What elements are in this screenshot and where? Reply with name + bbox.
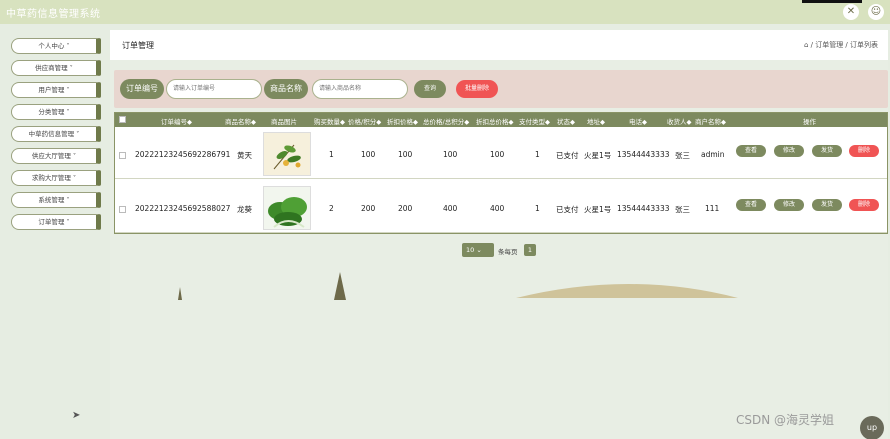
sidebar-item-system[interactable]: 系统管理 ˅ — [11, 192, 101, 208]
delete-button[interactable]: 删除 — [849, 199, 879, 211]
product-name-label: 商品名称 — [264, 79, 308, 99]
mouse-cursor-icon: ➤ — [72, 410, 81, 421]
col-quantity[interactable]: 购买数量◆ — [314, 116, 345, 126]
col-address[interactable]: 地址◆ — [587, 116, 605, 126]
order-no-input[interactable] — [166, 79, 262, 99]
app-title: 中草药信息管理系统 — [6, 9, 101, 20]
sidebar-item-profile[interactable]: 个人中心 ˅ — [11, 38, 101, 54]
col-order-no[interactable]: 订单编号◆ — [161, 116, 192, 126]
col-merchant[interactable]: 商户名称◆ — [695, 116, 726, 126]
view-button[interactable]: 查看 — [736, 199, 766, 211]
sidebar-item-orders[interactable]: 订单管理 ˅ — [11, 214, 101, 230]
col-pay-type[interactable]: 支付类型◆ — [519, 116, 550, 126]
sidebar: 个人中心 ˅ 供应商管理 ˅ 用户管理 ˅ 分类管理 ˅ 中草药信息管理 ˅ 供… — [4, 30, 108, 439]
col-receiver[interactable]: 收货人◆ — [667, 116, 692, 126]
cell-merchant: 111 — [705, 204, 720, 213]
top-bar: 中草药信息管理系统 ✕ ☺ — [0, 0, 890, 24]
csdn-watermark: CSDN @海灵学姐 — [736, 413, 835, 427]
col-product-name[interactable]: 商品名称◆ — [225, 116, 256, 126]
row-checkbox[interactable] — [119, 152, 126, 159]
page-header: 订单管理 ⌂ / 订单管理 / 订单列表 — [110, 30, 888, 60]
table-row: 20222123245692286791 黄天 1 100 100 100 10… — [115, 129, 887, 179]
cell-order-no: 20222123245692286791 — [135, 150, 231, 159]
delete-button[interactable]: 删除 — [849, 145, 879, 157]
cell-discount-price: 200 — [398, 204, 413, 213]
edit-button[interactable]: 修改 — [774, 145, 804, 157]
ship-button[interactable]: 发货 — [812, 145, 842, 157]
sidebar-item-purchase-hall[interactable]: 求购大厅管理 ˅ — [11, 170, 101, 186]
sidebar-item-herbs[interactable]: 中草药信息管理 ˅ — [11, 126, 101, 142]
cell-discount-price: 100 — [398, 150, 413, 159]
top-divider — [802, 0, 862, 3]
cell-total-price: 400 — [443, 204, 458, 213]
cell-status: 已支付 — [556, 205, 579, 214]
expand-icon[interactable]: ✕ — [843, 4, 859, 20]
orders-table: 订单编号◆ 商品名称◆ 商品图片 购买数量◆ 价格/积分◆ 折扣价格◆ 总价格/… — [114, 112, 888, 234]
product-image — [263, 132, 311, 176]
table-header: 订单编号◆ 商品名称◆ 商品图片 购买数量◆ 价格/积分◆ 折扣价格◆ 总价格/… — [115, 113, 887, 127]
sidebar-item-users[interactable]: 用户管理 ˅ — [11, 82, 101, 98]
cell-phone: 13544443333 — [617, 150, 670, 159]
cell-status: 已支付 — [556, 151, 579, 160]
cell-receiver: 张三 — [675, 151, 690, 160]
cell-price: 100 — [361, 150, 376, 159]
cell-discount-total: 100 — [490, 150, 505, 159]
cell-phone: 13544443333 — [617, 204, 670, 213]
sidebar-item-supply-hall[interactable]: 供应大厅管理 ˅ — [11, 148, 101, 164]
batch-delete-button[interactable]: 批量删除 — [456, 80, 498, 98]
cell-quantity: 1 — [329, 150, 334, 159]
edit-button[interactable]: 修改 — [774, 199, 804, 211]
main-content: 订单管理 ⌂ / 订单管理 / 订单列表 订单编号 商品名称 查询 批量删除 订… — [110, 30, 888, 439]
ship-button[interactable]: 发货 — [812, 199, 842, 211]
cell-price: 200 — [361, 204, 376, 213]
select-all-checkbox[interactable] — [119, 116, 126, 123]
col-status[interactable]: 状态◆ — [557, 116, 575, 126]
search-bar: 订单编号 商品名称 查询 批量删除 — [114, 70, 888, 108]
product-name-input[interactable] — [312, 79, 408, 99]
product-image — [263, 186, 311, 230]
col-discount-price[interactable]: 折扣价格◆ — [387, 116, 418, 126]
col-total-price[interactable]: 总价格/总积分◆ — [423, 116, 469, 126]
sidebar-item-categories[interactable]: 分类管理 ˅ — [11, 104, 101, 120]
decorative-background-shapes — [178, 272, 738, 300]
col-product-image: 商品图片 — [271, 118, 297, 126]
cell-discount-total: 400 — [490, 204, 505, 213]
sidebar-item-suppliers[interactable]: 供应商管理 ˅ — [11, 60, 101, 76]
cell-address: 火星1号 — [584, 151, 612, 160]
page-title: 订单管理 — [122, 41, 154, 50]
cell-pay-type: 1 — [535, 150, 540, 159]
cell-pay-type: 1 — [535, 204, 540, 213]
order-no-label: 订单编号 — [120, 79, 164, 99]
row-checkbox[interactable] — [119, 206, 126, 213]
user-icon[interactable]: ☺ — [868, 4, 884, 20]
cell-product-name: 龙葵 — [237, 205, 252, 214]
query-button[interactable]: 查询 — [414, 80, 446, 98]
view-button[interactable]: 查看 — [736, 145, 766, 157]
cell-product-name: 黄天 — [237, 151, 252, 160]
cell-receiver: 张三 — [675, 205, 690, 214]
cell-total-price: 100 — [443, 150, 458, 159]
cell-quantity: 2 — [329, 204, 334, 213]
col-actions: 操作 — [803, 118, 816, 126]
breadcrumb[interactable]: ⌂ / 订单管理 / 订单列表 — [804, 40, 878, 50]
col-discount-total[interactable]: 折扣总价格◆ — [476, 116, 514, 126]
cell-address: 火星1号 — [584, 205, 612, 214]
cell-order-no: 20222123245692588027 — [135, 204, 231, 213]
col-phone[interactable]: 电话◆ — [629, 116, 647, 126]
col-price[interactable]: 价格/积分◆ — [348, 116, 381, 126]
table-row: 20222123245692588027 龙葵 2 200 200 400 40… — [115, 183, 887, 233]
cell-merchant: admin — [701, 150, 725, 159]
scroll-top-button[interactable]: up — [860, 416, 884, 439]
